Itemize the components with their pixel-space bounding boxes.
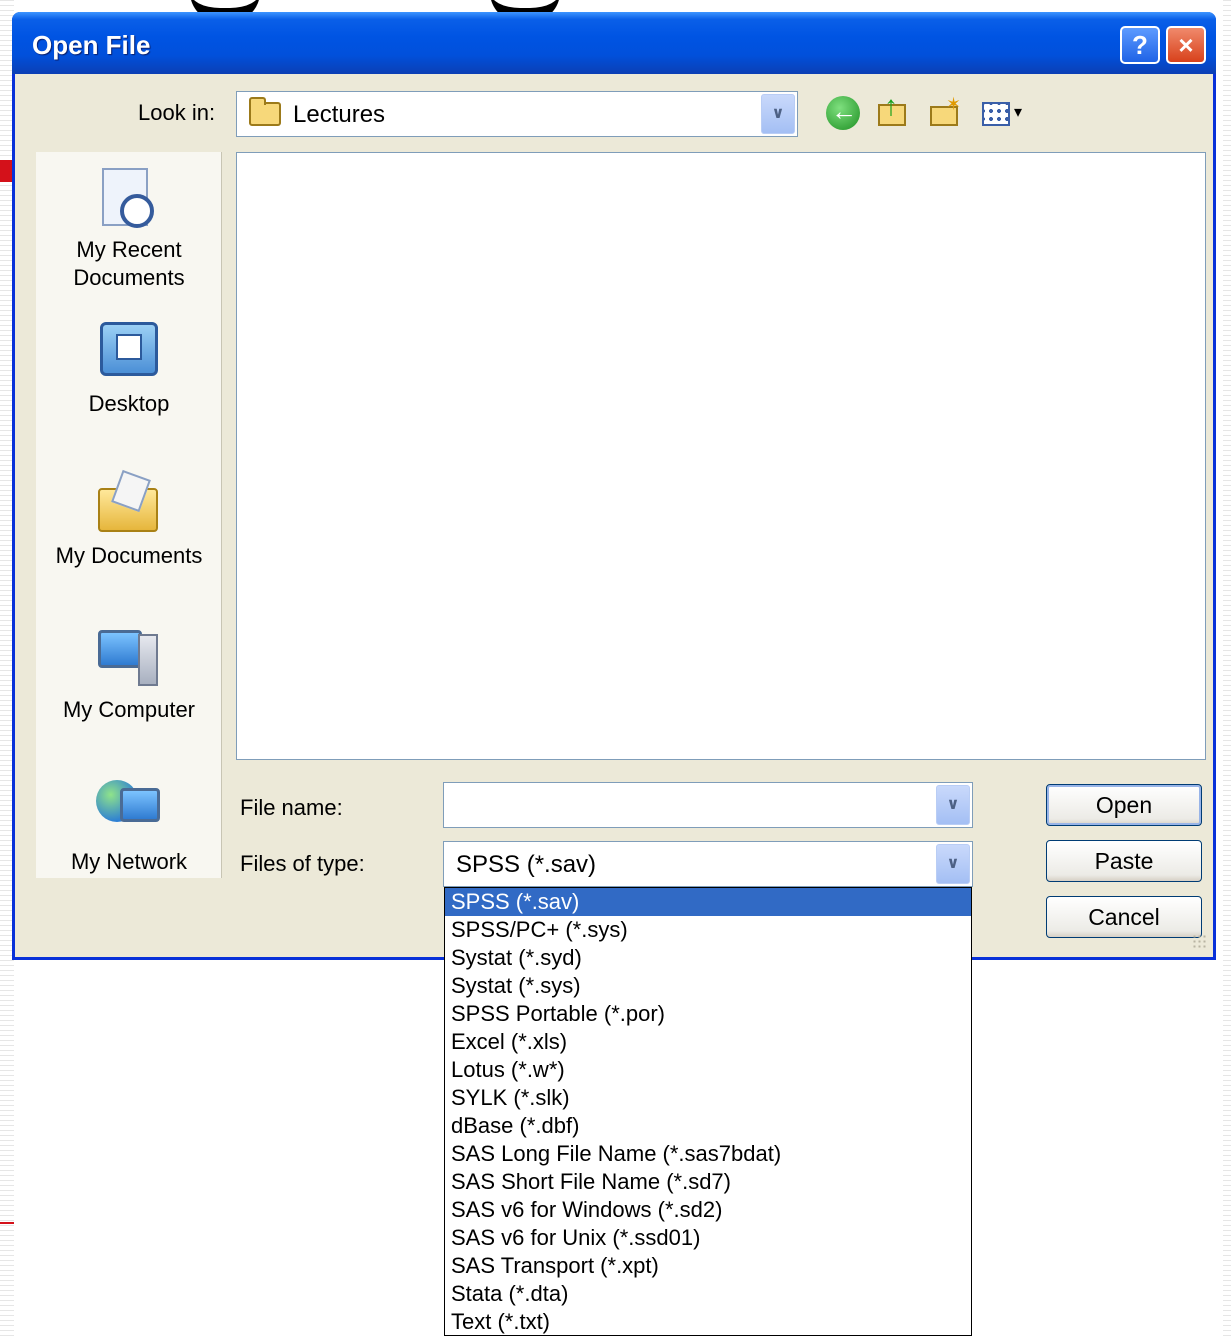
place-my-computer[interactable]: My Computer bbox=[36, 624, 222, 724]
look-in-label: Look in: bbox=[138, 100, 216, 125]
place-label: My Network bbox=[70, 849, 188, 874]
views-menu-icon[interactable] bbox=[980, 96, 1030, 130]
file-list[interactable] bbox=[236, 152, 1206, 760]
file-type-option[interactable]: dBase (*.dbf) bbox=[445, 1112, 971, 1140]
file-type-option[interactable]: SAS Long File Name (*.sas7bdat) bbox=[445, 1140, 971, 1168]
place-label: Desktop bbox=[88, 391, 170, 416]
file-type-option[interactable]: SPSS Portable (*.por) bbox=[445, 1000, 971, 1028]
place-desktop[interactable]: Desktop bbox=[36, 318, 222, 418]
file-type-option[interactable]: SPSS (*.sav) bbox=[445, 888, 971, 916]
file-type-option[interactable]: SPSS/PC+ (*.sys) bbox=[445, 916, 971, 944]
chevron-down-icon[interactable]: ∨ bbox=[761, 94, 795, 134]
file-type-option[interactable]: SAS v6 for Unix (*.ssd01) bbox=[445, 1224, 971, 1252]
chevron-down-icon[interactable]: ∨ bbox=[936, 844, 970, 884]
cancel-button[interactable]: Cancel bbox=[1046, 896, 1202, 938]
back-icon[interactable] bbox=[826, 96, 860, 130]
files-of-type-dropdown[interactable]: SPSS (*.sav) ∨ bbox=[443, 841, 973, 887]
file-type-option[interactable]: SAS Transport (*.xpt) bbox=[445, 1252, 971, 1280]
resize-grip[interactable] bbox=[1192, 934, 1206, 948]
file-type-option[interactable]: Text (*.txt) bbox=[445, 1308, 971, 1335]
new-folder-icon[interactable] bbox=[928, 94, 962, 130]
chevron-down-icon[interactable]: ∨ bbox=[936, 785, 970, 825]
file-name-input[interactable]: ∨ bbox=[443, 782, 973, 828]
place-my-recent-documents[interactable]: My Recent Documents bbox=[36, 164, 222, 292]
place-my-network[interactable]: My Network bbox=[36, 776, 222, 876]
recent-documents-icon bbox=[96, 164, 162, 232]
folder-icon bbox=[249, 97, 281, 126]
file-type-option[interactable]: Stata (*.dta) bbox=[445, 1280, 971, 1308]
my-computer-icon bbox=[96, 624, 162, 692]
place-label: My Recent bbox=[76, 237, 182, 262]
my-network-icon bbox=[96, 776, 162, 844]
places-bar: My Recent Documents Desktop My Documents… bbox=[36, 152, 222, 878]
help-button[interactable]: ? bbox=[1120, 26, 1160, 64]
files-of-type-label: Files of type: bbox=[240, 851, 365, 876]
look-in-value: Lectures bbox=[293, 101, 386, 128]
place-label: My Computer bbox=[62, 697, 196, 722]
slide-red-line bbox=[0, 1222, 14, 1224]
file-type-option[interactable]: Systat (*.syd) bbox=[445, 944, 971, 972]
place-label: Documents bbox=[73, 265, 185, 290]
title-bar[interactable]: Open File ? × bbox=[12, 12, 1216, 74]
file-name-label: File name: bbox=[240, 795, 343, 820]
file-type-options-list: SPSS (*.sav) SPSS/PC+ (*.sys) Systat (*.sy… bbox=[444, 887, 972, 1336]
file-type-option[interactable]: SYLK (*.slk) bbox=[445, 1084, 971, 1112]
slide-right-decoration bbox=[1223, 0, 1231, 1336]
place-label: My Documents bbox=[55, 543, 203, 568]
open-button[interactable]: Open bbox=[1046, 784, 1202, 826]
slide-red-marker bbox=[0, 160, 12, 182]
my-documents-icon bbox=[96, 470, 162, 538]
files-of-type-value: SPSS (*.sav) bbox=[456, 851, 597, 878]
file-type-option[interactable]: Systat (*.sys) bbox=[445, 972, 971, 1000]
file-type-option[interactable]: Excel (*.xls) bbox=[445, 1028, 971, 1056]
paste-button[interactable]: Paste bbox=[1046, 840, 1202, 882]
place-my-documents[interactable]: My Documents bbox=[36, 470, 222, 570]
window-title: Open File bbox=[32, 30, 151, 60]
look-in-dropdown[interactable]: Lectures ∨ bbox=[236, 91, 798, 137]
up-folder-icon[interactable] bbox=[876, 90, 910, 130]
file-type-option[interactable]: SAS Short File Name (*.sd7) bbox=[445, 1168, 971, 1196]
file-type-option[interactable]: SAS v6 for Windows (*.sd2) bbox=[445, 1196, 971, 1224]
close-button[interactable]: × bbox=[1166, 26, 1206, 64]
file-type-option[interactable]: Lotus (*.w*) bbox=[445, 1056, 971, 1084]
desktop-icon bbox=[96, 318, 162, 386]
